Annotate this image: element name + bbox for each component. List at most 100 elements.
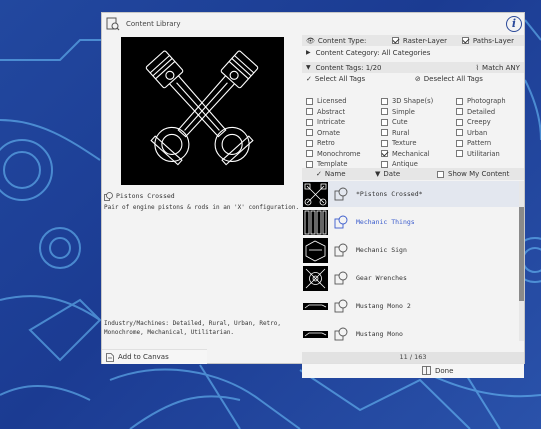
pistons-thumbnail bbox=[304, 183, 327, 205]
deselect-all-tags-button[interactable]: Deselect All Tags bbox=[424, 75, 483, 83]
mustang-thumbnail bbox=[303, 330, 328, 338]
item-label: Mustang Mono 2 bbox=[356, 302, 411, 310]
tag-option[interactable]: Intricate bbox=[306, 117, 345, 127]
tag-checkbox[interactable] bbox=[306, 129, 313, 136]
select-all-icon: ✓ bbox=[306, 74, 312, 83]
tag-checkbox[interactable] bbox=[306, 139, 313, 147]
preview-tags: Industry/Machines: Detailed, Rural, Urba… bbox=[104, 320, 282, 336]
tag-option[interactable]: Ornate bbox=[306, 128, 340, 138]
tag-label: Photograph bbox=[467, 97, 506, 105]
raster-layer-icon bbox=[334, 243, 348, 257]
list-item[interactable]: Mechanic Sign bbox=[302, 237, 520, 263]
tag-checkbox[interactable] bbox=[381, 139, 388, 147]
raster-layer-checkbox[interactable] bbox=[391, 37, 399, 44]
tag-label: Mechanical bbox=[392, 149, 430, 158]
content-type-icon bbox=[104, 191, 113, 201]
item-label: *Pistons Crossed* bbox=[356, 190, 423, 198]
tag-label: Intricate bbox=[317, 118, 345, 126]
tag-checkbox[interactable] bbox=[306, 108, 313, 115]
list-item[interactable]: *Pistons Crossed* bbox=[302, 181, 520, 207]
tag-option[interactable]: Licensed bbox=[306, 96, 346, 106]
info-icon[interactable]: i bbox=[506, 16, 522, 32]
chevron-right-icon: ▶ bbox=[306, 49, 311, 56]
add-to-canvas-button[interactable]: Add to Canvas bbox=[102, 349, 207, 364]
paths-layer-icon bbox=[334, 215, 348, 229]
list-scrollbar-thumb[interactable] bbox=[519, 207, 524, 301]
add-to-canvas-label: Add to Canvas bbox=[118, 353, 169, 361]
tag-checkbox[interactable] bbox=[456, 150, 463, 157]
sort-by-date-button[interactable]: ▼ Date bbox=[362, 170, 424, 178]
tag-option[interactable]: Urban bbox=[456, 128, 487, 138]
tag-option[interactable]: Cute bbox=[381, 117, 408, 127]
tag-option[interactable]: Simple bbox=[381, 107, 415, 117]
tag-option[interactable]: Detailed bbox=[456, 107, 495, 117]
check-icon: ✓ bbox=[316, 170, 322, 178]
tag-checkbox[interactable] bbox=[381, 150, 388, 157]
tag-checkbox[interactable] bbox=[456, 97, 463, 105]
tag-select-row: ✓ Select All Tags ⊘ Deselect All Tags bbox=[302, 73, 524, 84]
content-category-label: Content Category: All Categories bbox=[315, 48, 431, 57]
list-item[interactable]: Mustang Mono bbox=[302, 321, 520, 341]
tag-checkbox[interactable] bbox=[456, 118, 463, 126]
raster-layer-label: Raster-Layer bbox=[402, 36, 448, 45]
tag-option[interactable]: Texture bbox=[381, 138, 416, 148]
show-my-content-checkbox[interactable] bbox=[437, 170, 444, 178]
tag-label: Texture bbox=[392, 139, 417, 147]
list-item[interactable]: Gear Wrenches bbox=[302, 265, 520, 291]
tag-checkbox[interactable] bbox=[381, 160, 388, 168]
item-label: Mechanic Sign bbox=[356, 246, 407, 254]
tag-option[interactable]: Photograph bbox=[456, 96, 506, 106]
tag-option[interactable]: Abstract bbox=[306, 107, 345, 117]
tag-checkbox[interactable] bbox=[456, 139, 463, 147]
tag-checkbox[interactable] bbox=[381, 108, 388, 115]
done-button[interactable]: Done bbox=[422, 366, 453, 375]
preview-description: Pair of engine pistons & rods in an 'X' … bbox=[104, 204, 300, 211]
tag-checkbox[interactable] bbox=[306, 97, 313, 105]
tag-checkbox[interactable] bbox=[456, 108, 463, 115]
tag-label: 3D Shape(s) bbox=[392, 97, 434, 105]
eye-icon[interactable]: 👁 bbox=[306, 37, 315, 45]
paperclip-icon: ⌇ bbox=[475, 63, 480, 72]
gear-wrenches-thumbnail bbox=[305, 268, 326, 288]
tag-label: Detailed bbox=[467, 107, 496, 116]
tag-option[interactable]: Retro bbox=[306, 138, 335, 148]
sort-by-name-button[interactable]: ✓ Name bbox=[302, 170, 362, 178]
tag-label: Monochrome bbox=[317, 149, 361, 158]
item-thumbnail bbox=[303, 265, 328, 291]
tag-checkbox[interactable] bbox=[381, 129, 388, 136]
tag-option[interactable]: 3D Shape(s) bbox=[381, 96, 433, 106]
content-tags-row[interactable]: ▼ Content Tags: 1/20 ⌇ Match ANY bbox=[302, 62, 524, 73]
paths-layer-checkbox[interactable] bbox=[461, 37, 469, 44]
item-label: Mechanic Things bbox=[356, 218, 415, 226]
tag-checkbox[interactable] bbox=[456, 129, 463, 136]
tag-option[interactable]: Creepy bbox=[456, 117, 491, 127]
tag-option[interactable]: Mechanical bbox=[381, 149, 430, 159]
tag-option[interactable]: Utilitarian bbox=[456, 149, 500, 159]
pistons-crossed-artwork bbox=[145, 50, 259, 166]
list-item[interactable]: Mechanic Things bbox=[302, 209, 520, 235]
tag-checkbox[interactable] bbox=[381, 118, 388, 126]
content-category-dropdown[interactable]: ▶ Content Category: All Categories bbox=[302, 47, 524, 58]
sort-name-label: Name bbox=[324, 170, 346, 178]
list-item[interactable]: Mustang Mono 2 bbox=[302, 293, 520, 319]
tag-checkbox[interactable] bbox=[306, 160, 313, 168]
raster-layer-icon bbox=[334, 271, 348, 285]
tag-checkbox[interactable] bbox=[381, 97, 388, 105]
content-type-row: 👁 Content Type: Raster-Layer Paths-Layer bbox=[302, 35, 524, 46]
dialog-titlebar: Content Library i bbox=[102, 13, 524, 35]
tag-option[interactable]: Rural bbox=[381, 128, 409, 138]
preview-name: Pistons Crossed bbox=[116, 192, 175, 200]
tag-checkbox[interactable] bbox=[306, 118, 313, 126]
dialog-title: Content Library bbox=[126, 20, 181, 28]
tag-option[interactable]: Pattern bbox=[456, 138, 491, 148]
tag-option[interactable]: Monochrome bbox=[306, 149, 360, 159]
tag-label: Ornate bbox=[317, 128, 340, 137]
tag-checkbox[interactable] bbox=[306, 150, 313, 157]
show-my-content-toggle[interactable]: Show My Content bbox=[424, 170, 509, 178]
tools-thumbnail bbox=[304, 210, 327, 234]
match-any-label[interactable]: Match ANY bbox=[482, 64, 520, 72]
tag-label: Retro bbox=[317, 139, 335, 147]
select-all-tags-button[interactable]: Select All Tags bbox=[315, 75, 415, 83]
item-thumbnail bbox=[303, 293, 328, 319]
tag-label: Creepy bbox=[467, 118, 491, 126]
